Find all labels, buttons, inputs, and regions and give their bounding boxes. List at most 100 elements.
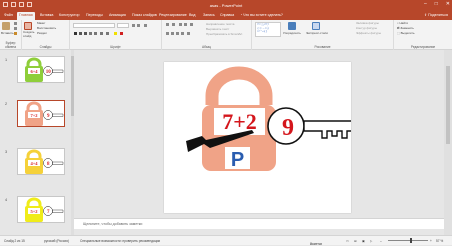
shapes-gallery[interactable]: ▭○△▱⬡ ◇☆→↕⬠ ⬭◠⌒{ } — [255, 22, 281, 37]
justify-icon[interactable] — [181, 32, 184, 35]
zoom-slider[interactable] — [388, 238, 428, 243]
slide-thumbnail[interactable]: 5+2 7 — [17, 196, 65, 223]
new-slide-button[interactable]: Создать слайд — [23, 30, 37, 38]
slide-number: 4 — [5, 198, 8, 202]
bold-icon[interactable] — [74, 32, 77, 35]
arrange-icon[interactable] — [288, 22, 296, 30]
new-slide-icon[interactable] — [24, 22, 32, 30]
slide-thumbnail[interactable]: 6+4 10 — [17, 56, 65, 83]
slide-sorter-icon[interactable]: ⊞ — [354, 239, 357, 243]
slide-thumbnail[interactable]: 7+2 9 — [17, 100, 65, 127]
slide-number: 2 — [5, 102, 8, 106]
reset-button[interactable]: Восстановить — [37, 26, 56, 30]
lock-and-key-picture: 7+2 P 9 — [186, 66, 362, 171]
tab-file[interactable]: Файл — [2, 12, 15, 20]
font-name-box[interactable] — [73, 23, 115, 28]
thumbnail-key-number: 10 — [46, 70, 52, 75]
find-button[interactable]: ⌕ Найти — [397, 21, 408, 25]
key[interactable]: 9 — [267, 107, 362, 145]
tab-slideshow[interactable]: Показ слайдов — [130, 12, 159, 20]
zoom-in-icon[interactable]: + — [430, 239, 432, 243]
convert-smartart-button[interactable]: Преобразовать в SmartArt — [206, 32, 242, 36]
maximize-icon[interactable]: □ — [435, 1, 438, 7]
slide-thumbnail[interactable]: 4+4 8 — [17, 148, 65, 175]
ribbon: Вставить Буфер обмена Создать слайд Маке… — [0, 20, 452, 50]
main-slide[interactable]: 7+2 P 9 — [164, 62, 362, 213]
cut-icon[interactable] — [14, 22, 17, 25]
arrange-button[interactable]: Упорядочить — [283, 31, 301, 35]
shape-outline-button[interactable]: Контур фигуры — [356, 26, 377, 30]
align-center-icon[interactable] — [171, 32, 174, 35]
thumbnail-equation: 4+4 — [30, 161, 38, 166]
tell-me-search[interactable]: ◔ Что вы хотите сделать? — [238, 12, 285, 20]
slideshow-view-icon[interactable]: ▷ — [370, 239, 372, 243]
quick-styles-icon[interactable] — [312, 22, 320, 30]
paste-icon[interactable] — [2, 22, 10, 30]
thumbnail-equation: 5+2 — [30, 209, 38, 214]
tab-insert[interactable]: Вставка — [38, 12, 55, 20]
share-button[interactable]: ⇪ Поделиться — [424, 13, 448, 17]
tab-review[interactable]: Рецензирование — [157, 12, 189, 20]
grow-font-icon[interactable] — [132, 24, 135, 27]
tab-design[interactable]: Конструктор — [57, 12, 82, 20]
accessibility-checker[interactable]: Специальные возможности: проверить реком… — [80, 239, 160, 243]
font-size-box[interactable] — [117, 23, 129, 28]
paste-button[interactable]: Вставить — [1, 31, 14, 35]
highlight-icon[interactable] — [114, 32, 117, 35]
clear-format-icon[interactable] — [144, 24, 147, 27]
font-color-icon[interactable] — [120, 32, 123, 35]
tab-help[interactable]: Справка — [218, 12, 236, 20]
spacing-icon[interactable] — [100, 32, 103, 35]
layout-button[interactable]: Макет — [37, 21, 46, 25]
text-direction-button[interactable]: Направление текста — [206, 22, 234, 26]
copy-icon[interactable] — [14, 27, 17, 30]
select-button[interactable]: ⬚ Выделить — [397, 31, 415, 35]
zoom-out-icon[interactable]: – — [380, 239, 382, 243]
zoom-slider-thumb[interactable] — [410, 238, 412, 243]
strikethrough-icon[interactable] — [94, 32, 97, 35]
numbering-icon[interactable] — [172, 23, 175, 26]
title-bar: asas - PowerPoint – □ ✕ — [0, 0, 452, 10]
notes-placeholder: Щелкните, чтобы добавить заметки — [83, 222, 143, 226]
align-right-icon[interactable] — [176, 32, 179, 35]
scroll-thumb[interactable] — [446, 66, 450, 144]
align-left-icon[interactable] — [166, 32, 169, 35]
tab-record[interactable]: Запись — [201, 12, 217, 20]
reading-view-icon[interactable]: ▣ — [362, 239, 365, 243]
thumbnail-equation: 7+2 — [30, 113, 38, 118]
key-number: 9 — [282, 115, 294, 141]
section-button[interactable]: Раздел — [37, 31, 47, 35]
group-drawing: ▭○△▱⬡ ◇☆→↕⬠ ⬭◠⌒{ } Упорядочить Экспресс-ст… — [252, 20, 394, 50]
notes-pane[interactable]: Щелкните, чтобы добавить заметки — [74, 218, 444, 229]
shape-effects-button[interactable]: Эффекты фигуры — [356, 31, 381, 35]
underline-icon[interactable] — [84, 32, 87, 35]
vertical-scrollbar[interactable] — [444, 50, 452, 235]
close-icon[interactable]: ✕ — [446, 1, 450, 7]
tab-view[interactable]: Вид — [187, 12, 198, 20]
change-case-icon[interactable] — [106, 32, 109, 35]
tab-animations[interactable]: Анимация — [107, 12, 128, 20]
decrease-indent-icon[interactable] — [179, 23, 182, 26]
shape-fill-button[interactable]: Заливка фигуры — [356, 21, 379, 25]
shrink-font-icon[interactable] — [137, 24, 140, 27]
align-text-button[interactable]: Выровнять текст — [206, 27, 229, 31]
slide-number: 1 — [5, 58, 8, 62]
group-font: Шрифт — [70, 20, 162, 50]
increase-indent-icon[interactable] — [184, 23, 187, 26]
tab-transitions[interactable]: Переходы — [84, 12, 105, 20]
format-painter-icon[interactable] — [14, 32, 17, 35]
line-spacing-icon[interactable] — [190, 23, 193, 26]
italic-icon[interactable] — [79, 32, 82, 35]
columns-icon[interactable] — [187, 32, 190, 35]
language-indicator[interactable]: русский (Россия) — [44, 239, 69, 243]
shadow-icon[interactable] — [89, 32, 92, 35]
replace-button[interactable]: ⇄ Заменить — [397, 26, 414, 30]
normal-view-icon[interactable]: ▭ — [346, 239, 349, 243]
quick-styles-button[interactable]: Экспресс-стили — [306, 31, 328, 35]
tab-home[interactable]: Главная — [17, 12, 35, 20]
window-controls: – □ ✕ — [424, 1, 450, 7]
minimize-icon[interactable]: – — [424, 1, 427, 7]
bullets-icon[interactable] — [166, 23, 169, 26]
status-bar: Слайд 2 из 15 русский (Россия) Специальн… — [0, 235, 452, 246]
zoom-level[interactable]: 57 % — [436, 239, 443, 243]
